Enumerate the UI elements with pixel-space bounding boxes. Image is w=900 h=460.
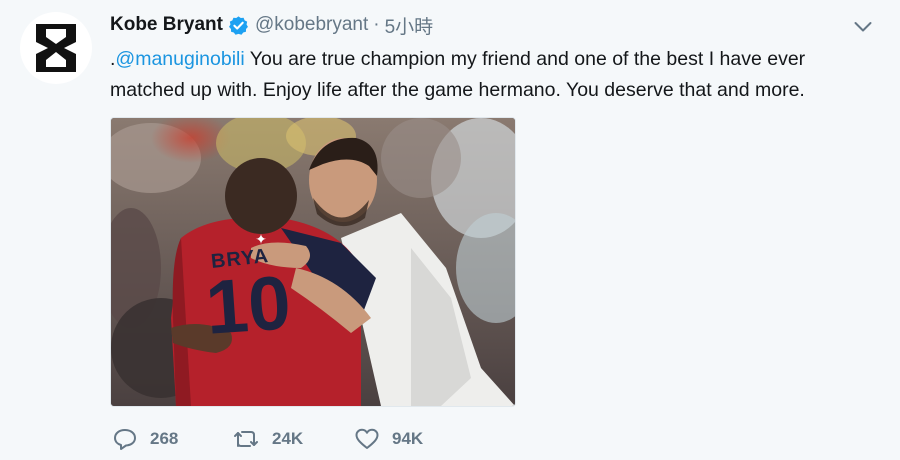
tweet-photo[interactable]: ✦ BRYA 10 xyxy=(110,117,516,407)
tweet-timestamp[interactable]: 5小時 xyxy=(385,12,434,39)
like-count: 94K xyxy=(392,429,424,448)
chevron-down-icon[interactable] xyxy=(852,16,874,38)
author-name[interactable]: Kobe Bryant xyxy=(110,14,223,36)
jersey-number: 10 xyxy=(203,260,294,351)
heart-icon xyxy=(355,428,379,449)
retweet-icon xyxy=(234,431,258,447)
hourglass-logo-icon xyxy=(36,24,76,72)
retweet-button[interactable]: 24K xyxy=(232,428,354,450)
tweet-actions: 268 24K 94K xyxy=(112,424,474,454)
tweet-header: Kobe Bryant @kobebryant · 5小時 xyxy=(110,12,433,38)
photo-illustration: ✦ xyxy=(111,118,515,406)
author-handle[interactable]: @kobebryant xyxy=(255,14,368,36)
verified-badge-icon xyxy=(228,15,249,36)
tweet-text: .@manuginobili You are true champion my … xyxy=(110,44,880,106)
like-button[interactable]: 94K xyxy=(354,427,474,451)
reply-count: 268 xyxy=(150,429,179,448)
mention-link[interactable]: @manuginobili xyxy=(115,48,244,70)
reply-icon xyxy=(114,429,136,450)
author-avatar[interactable] xyxy=(20,12,92,84)
separator-dot: · xyxy=(373,14,380,35)
retweet-count: 24K xyxy=(272,429,304,448)
reply-button[interactable]: 268 xyxy=(112,427,232,451)
tweet-card: Kobe Bryant @kobebryant · 5小時 .@manugino… xyxy=(0,0,900,460)
